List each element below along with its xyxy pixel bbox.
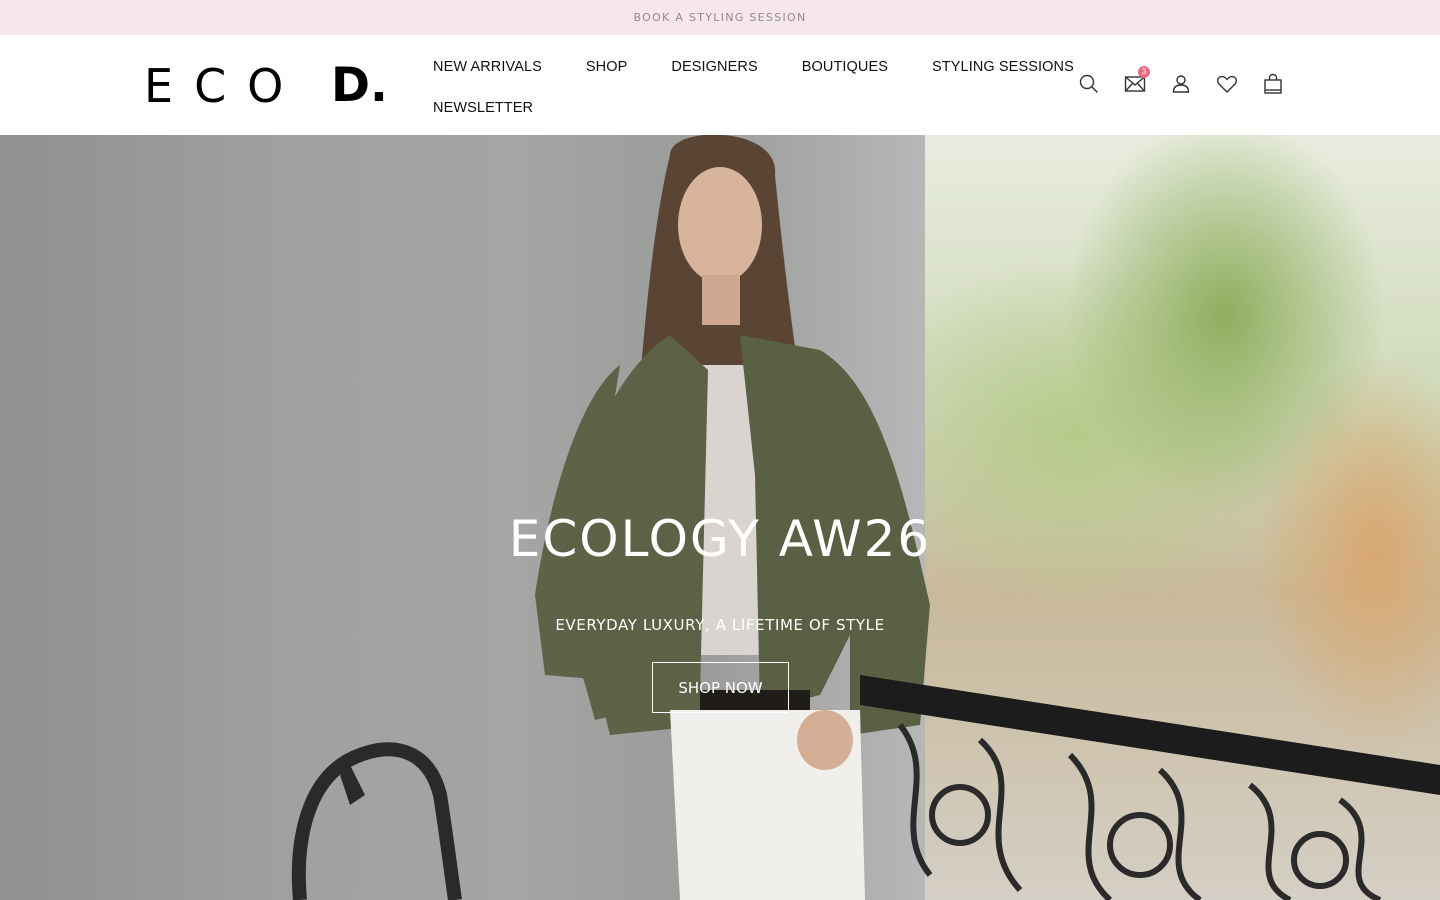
search-button[interactable] [1076,71,1102,97]
shop-now-button[interactable]: SHOP NOW [652,662,789,713]
main-nav: NEW ARRIVALS SHOP DESIGNERS BOUTIQUES ST… [433,57,1074,118]
book-styling-link[interactable]: BOOK A STYLING SESSION [633,11,806,24]
announcement-bar: BOOK A STYLING SESSION [0,0,1440,35]
nav-item-designers[interactable]: DESIGNERS [671,59,757,75]
hero-title: ECOLOGY AW26 [508,510,932,568]
cart-button[interactable] [1260,71,1286,97]
nav-item-new-arrivals[interactable]: NEW ARRIVALS [433,59,542,75]
logo-text-d: D. [331,58,388,113]
site-logo[interactable]: ECO D. [144,59,388,113]
account-icon [1172,75,1190,93]
nav-item-shop[interactable]: SHOP [586,59,628,75]
site-header: ECO D. NEW ARRIVALS SHOP DESIGNERS BOUTI… [0,35,1440,135]
hero-banner: ECOLOGY AW26 EVERYDAY LUXURY, A LIFETIME… [0,135,1440,900]
nav-row-1: NEW ARRIVALS SHOP DESIGNERS BOUTIQUES ST… [433,57,1074,77]
wishlist-icon [1217,75,1237,93]
nav-item-newsletter[interactable]: NEWSLETTER [433,100,533,116]
mail-button[interactable]: 3 [1122,66,1150,97]
nav-item-styling-sessions[interactable]: STYLING SESSIONS [932,59,1074,75]
nav-item-boutiques[interactable]: BOUTIQUES [802,59,888,75]
mail-count-badge: 3 [1138,66,1150,78]
header-icons: 3 [1076,66,1286,97]
hero-subtitle: EVERYDAY LUXURY, A LIFETIME OF STYLE [555,616,885,634]
search-icon [1079,74,1098,93]
hero-content: ECOLOGY AW26 EVERYDAY LUXURY, A LIFETIME… [0,135,1440,900]
nav-row-2: NEWSLETTER [433,98,1053,118]
wishlist-button[interactable] [1214,71,1240,97]
cart-icon [1264,73,1282,94]
logo-text-eco: ECO [144,59,305,113]
account-button[interactable] [1168,71,1194,97]
